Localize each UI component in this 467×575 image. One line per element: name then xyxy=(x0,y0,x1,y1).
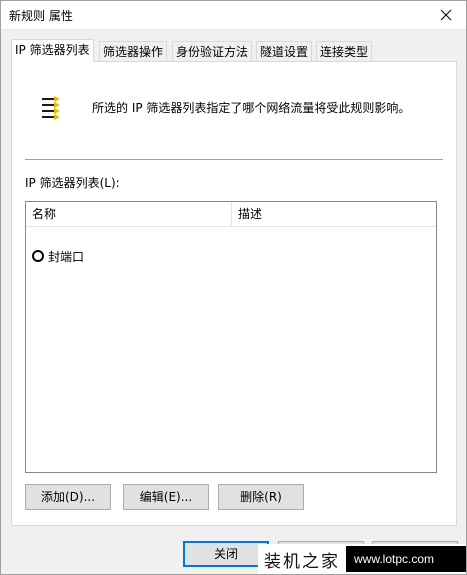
close-icon xyxy=(440,9,452,21)
ip-filter-list-icon xyxy=(42,96,60,120)
tab-connection-type[interactable]: 连接类型 xyxy=(316,41,373,61)
watermark: 装机之家 www.lotpc.com xyxy=(258,544,466,574)
filter-list-label: IP 筛选器列表(L): xyxy=(25,176,120,190)
list-header: 名称 描述 xyxy=(26,202,436,227)
edit-button[interactable]: 编辑(E)... xyxy=(123,484,209,510)
window-title: 新规则 属性 xyxy=(9,9,73,23)
tab-panel: 所选的 IP 筛选器列表指定了哪个网络流量将受此规则影响。 IP 筛选器列表(L… xyxy=(11,61,457,526)
watermark-url: www.lotpc.com xyxy=(346,546,466,572)
list-item[interactable]: 封端口 xyxy=(32,246,84,266)
delete-button[interactable]: 删除(R) xyxy=(218,484,304,510)
tab-authentication-methods[interactable]: 身份验证方法 xyxy=(172,41,253,61)
column-header-name[interactable]: 名称 xyxy=(26,202,232,226)
ip-filter-listview[interactable]: 名称 描述 封端口 xyxy=(25,201,437,473)
close-window-button[interactable] xyxy=(426,1,466,29)
add-button[interactable]: 添加(D)... xyxy=(25,484,111,510)
watermark-text: 装机之家 xyxy=(264,551,340,572)
close-button[interactable]: 关闭 xyxy=(183,541,269,567)
radio-button-icon[interactable] xyxy=(32,250,44,262)
column-header-description[interactable]: 描述 xyxy=(232,202,432,226)
tab-tunnel-settings[interactable]: 隧道设置 xyxy=(256,41,313,61)
rule-description: 所选的 IP 筛选器列表指定了哪个网络流量将受此规则影响。 xyxy=(92,101,411,115)
tab-ip-filter-list[interactable]: IP 筛选器列表 xyxy=(11,39,94,62)
separator xyxy=(25,159,443,160)
properties-dialog: 新规则 属性 IP 筛选器列表 筛选器操作 身份验证方法 隧道设置 连接类型 所… xyxy=(0,0,467,575)
title-bar[interactable]: 新规则 属性 xyxy=(1,1,466,30)
list-item-name: 封端口 xyxy=(48,249,85,264)
tab-filter-action[interactable]: 筛选器操作 xyxy=(99,41,168,61)
